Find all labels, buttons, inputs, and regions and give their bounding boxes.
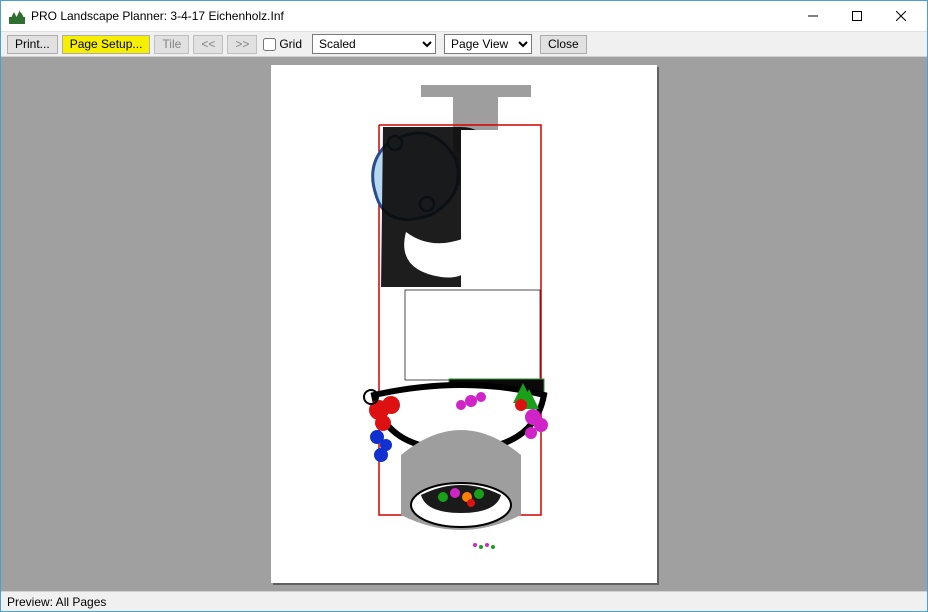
window-title: PRO Landscape Planner: 3-4-17 Eichenholz… — [31, 9, 284, 23]
app-icon — [9, 8, 25, 24]
landscape-plan-drawing — [271, 65, 657, 583]
grid-toggle[interactable]: Grid — [263, 37, 302, 51]
toolbar: Print... Page Setup... Tile << >> Grid S… — [1, 31, 927, 57]
minimize-button[interactable] — [791, 2, 835, 30]
grid-checkbox[interactable] — [263, 38, 276, 51]
view-select[interactable]: Page View — [444, 34, 532, 54]
maximize-button[interactable] — [835, 2, 879, 30]
next-page-button[interactable]: >> — [227, 35, 257, 54]
scale-select[interactable]: Scaled — [312, 34, 436, 54]
minimize-icon — [808, 11, 818, 21]
grid-label: Grid — [279, 37, 302, 51]
page-setup-button[interactable]: Page Setup... — [62, 35, 151, 54]
preview-page[interactable] — [271, 65, 657, 583]
close-button[interactable]: Close — [540, 35, 587, 54]
maximize-icon — [852, 11, 862, 21]
tile-button[interactable]: Tile — [154, 35, 189, 54]
statusbar: Preview: All Pages — [1, 591, 927, 611]
status-text: Preview: All Pages — [7, 595, 106, 609]
titlebar: PRO Landscape Planner: 3-4-17 Eichenholz… — [1, 1, 927, 31]
preview-viewport — [1, 57, 927, 591]
close-icon — [896, 11, 906, 21]
close-window-button[interactable] — [879, 2, 923, 30]
print-button[interactable]: Print... — [7, 35, 58, 54]
prev-page-button[interactable]: << — [193, 35, 223, 54]
